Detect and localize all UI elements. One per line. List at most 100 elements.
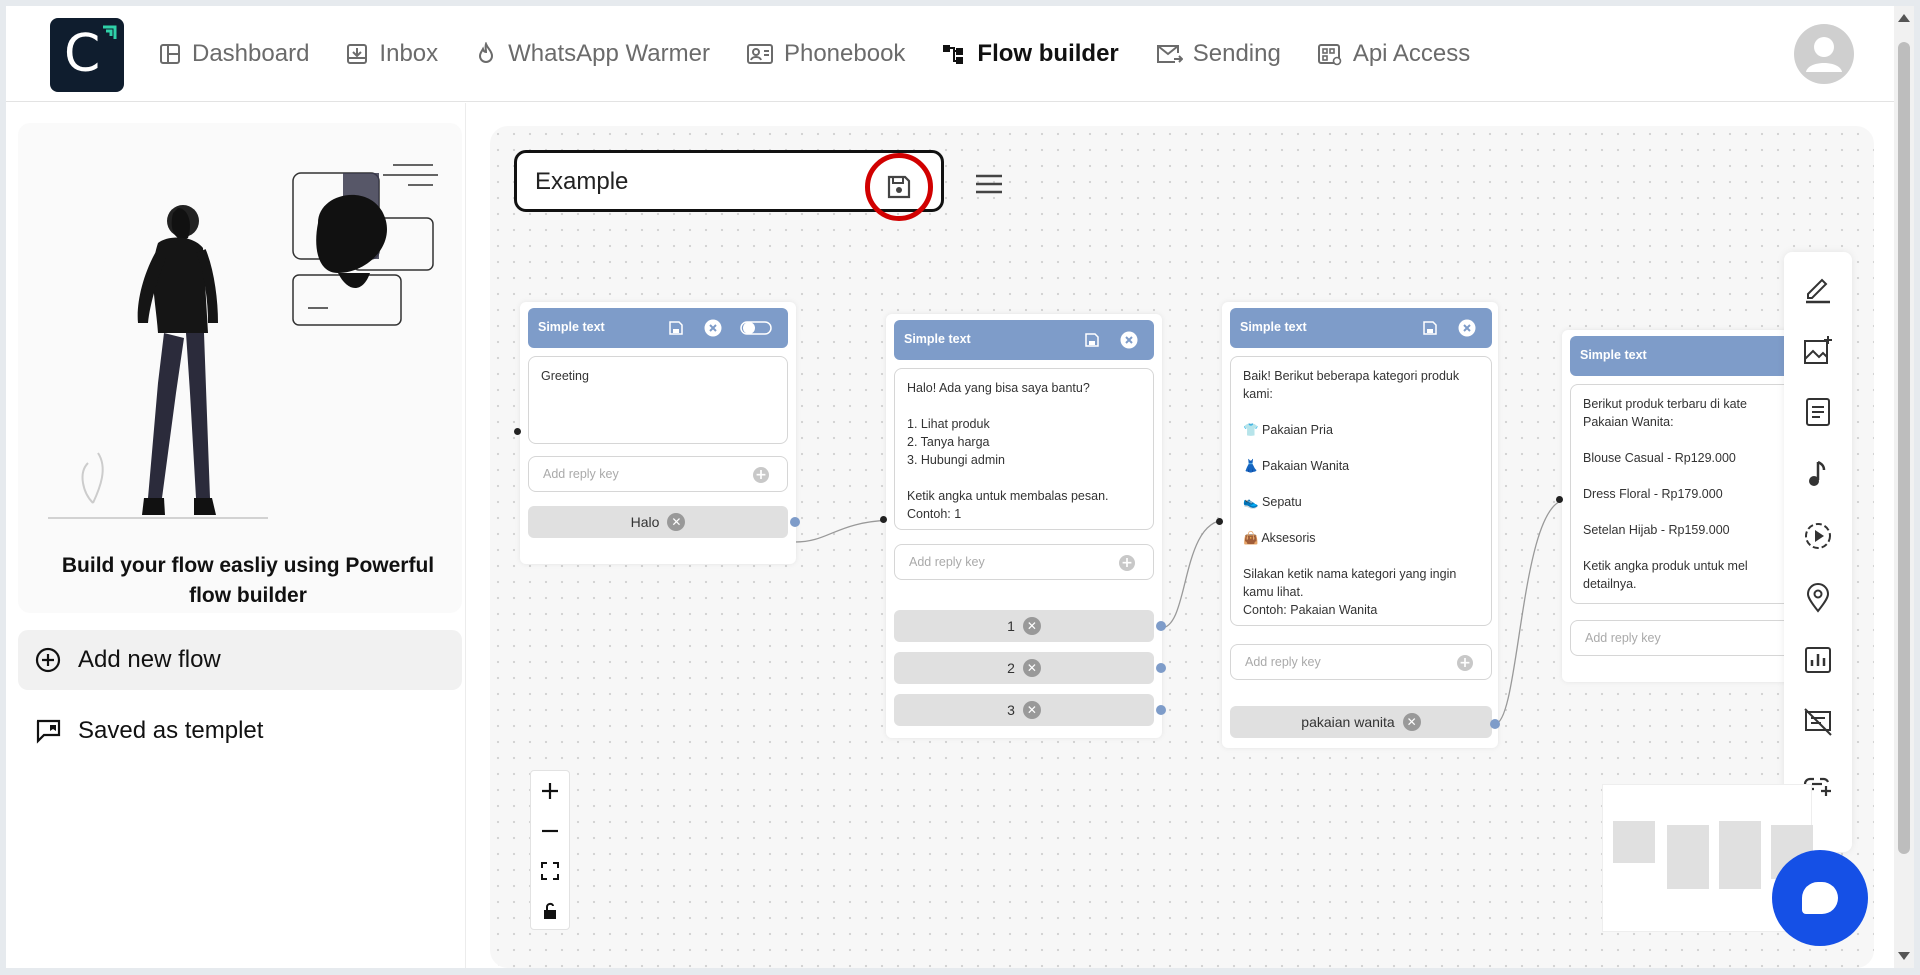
woman-illustration	[48, 164, 438, 519]
reply-key-chip[interactable]: pakaian wanita ✕	[1230, 706, 1492, 738]
reply-key-placeholder: Add reply key	[909, 555, 985, 569]
nav-sending[interactable]: Sending	[1155, 36, 1281, 72]
flow-node-greeting[interactable]: Simple text Greeting Add reply key + Hal…	[514, 302, 800, 564]
output-handle[interactable]	[1490, 719, 1500, 729]
node-close-icon[interactable]	[1120, 331, 1138, 349]
support-chat-button[interactable]	[1772, 850, 1868, 946]
nav-inbox[interactable]: Inbox	[345, 36, 438, 72]
node-close-icon[interactable]	[704, 319, 722, 337]
saved-template-button[interactable]: Saved as templet	[18, 701, 462, 761]
input-handle[interactable]	[514, 428, 521, 435]
node-message-body[interactable]: Halo! Ada yang bisa saya bantu? 1. Lihat…	[894, 368, 1154, 530]
input-handle[interactable]	[1216, 518, 1223, 525]
send-mail-icon	[1156, 45, 1183, 63]
output-handle[interactable]	[790, 517, 800, 527]
reply-key-label: 2	[1007, 660, 1015, 676]
reply-key-chip[interactable]: Halo ✕	[528, 506, 788, 538]
page-scrollbar[interactable]	[1894, 6, 1914, 968]
audio-note-icon[interactable]	[1802, 458, 1834, 490]
text-pencil-icon[interactable]	[1802, 272, 1834, 304]
node-save-icon[interactable]	[668, 320, 684, 336]
node-close-icon[interactable]	[1458, 319, 1476, 337]
document-icon[interactable]	[1802, 396, 1834, 428]
node-toggle-switch[interactable]	[740, 320, 772, 336]
nav-api-access[interactable]: Api Access	[1317, 36, 1470, 72]
add-reply-key-field[interactable]: Add reply key +	[528, 456, 788, 492]
fit-view-button[interactable]	[531, 851, 569, 891]
node-title: Simple text	[538, 320, 605, 334]
input-handle[interactable]	[880, 516, 887, 523]
flow-node-menu[interactable]: Simple text Halo! Ada yang bisa saya ban…	[880, 314, 1166, 738]
add-image-icon[interactable]	[1802, 334, 1834, 366]
node-save-icon[interactable]	[1084, 332, 1100, 348]
output-handle[interactable]	[1156, 705, 1166, 715]
user-icon	[1806, 37, 1842, 72]
add-reply-key-icon[interactable]: +	[753, 467, 769, 483]
add-reply-key-icon[interactable]: +	[1457, 655, 1473, 671]
flow-node-categories[interactable]: Simple text Baik! Berikut beberapa kateg…	[1216, 302, 1500, 748]
reply-key-chip[interactable]: 3 ✕	[894, 694, 1154, 726]
zoom-out-button[interactable]	[531, 811, 569, 851]
sidebar: Build your flow easliy using Powerful fl…	[6, 103, 466, 968]
add-reply-key-field[interactable]: Add reply key +	[1230, 644, 1492, 680]
main-nav: Dashboard Inbox WhatsApp Warmer Phoneboo…	[158, 36, 1506, 72]
reply-key-chip[interactable]: 1 ✕	[894, 610, 1154, 642]
reply-key-label: 3	[1007, 702, 1015, 718]
node-message-body[interactable]: Baik! Berikut beberapa kategori produk k…	[1230, 356, 1492, 626]
nav-whatsapp-warmer[interactable]: WhatsApp Warmer	[474, 36, 710, 72]
reply-key-placeholder: Add reply key	[1585, 631, 1661, 645]
poll-chart-icon[interactable]	[1802, 644, 1834, 676]
flow-icon	[943, 45, 964, 64]
location-pin-icon[interactable]	[1802, 582, 1834, 614]
nav-phonebook[interactable]: Phonebook	[746, 36, 905, 72]
remove-key-icon[interactable]: ✕	[1022, 659, 1041, 677]
chat-bubble-icon	[1802, 882, 1838, 914]
flame-icon	[479, 42, 494, 63]
add-new-flow-label: Add new flow	[78, 646, 221, 673]
zoom-in-button[interactable]	[531, 771, 569, 811]
edge-2-3	[1160, 519, 1227, 629]
node-message-body[interactable]: Greeting	[528, 356, 788, 444]
node-header: Simple text	[528, 308, 788, 348]
fit-screen-icon	[541, 862, 559, 880]
top-navbar: C Dashboard Inbox WhatsApp Warmer Phoneb	[6, 6, 1900, 102]
node-save-icon[interactable]	[1422, 320, 1438, 336]
promo-text: Build your flow easliy using Powerful fl…	[61, 554, 435, 607]
nav-flow-builder[interactable]: Flow builder	[941, 36, 1119, 72]
saved-template-label: Saved as templet	[78, 717, 264, 744]
output-handle[interactable]	[1156, 621, 1166, 631]
scroll-up-arrow[interactable]	[1898, 14, 1910, 22]
reply-key-label: 1	[1007, 618, 1015, 634]
reply-key-chip[interactable]: 2 ✕	[894, 652, 1154, 684]
add-reply-key-field[interactable]: Add reply key +	[894, 544, 1154, 580]
video-play-icon[interactable]	[1802, 520, 1834, 552]
remove-key-icon[interactable]: ✕	[1022, 701, 1041, 719]
output-handle[interactable]	[1156, 663, 1166, 673]
nav-label: Dashboard	[192, 40, 310, 67]
template-bookmark-icon	[36, 719, 61, 744]
reply-key-placeholder: Add reply key	[543, 467, 619, 481]
remove-key-icon[interactable]: ✕	[667, 513, 686, 531]
add-new-flow-button[interactable]: Add new flow	[18, 630, 462, 690]
scroll-down-arrow[interactable]	[1898, 952, 1910, 960]
plus-icon	[542, 783, 558, 799]
add-reply-key-icon[interactable]: +	[1119, 555, 1135, 571]
plus-circle-icon	[35, 647, 61, 673]
nav-dashboard[interactable]: Dashboard	[158, 36, 309, 72]
nav-label: Phonebook	[783, 40, 906, 67]
contact-card-icon	[746, 44, 773, 64]
reply-key-label: Halo	[630, 514, 660, 530]
nav-label: WhatsApp Warmer	[508, 40, 710, 67]
edge-3-4	[1494, 499, 1567, 725]
node-type-toolbar	[1784, 252, 1852, 852]
app-logo[interactable]: C	[50, 18, 124, 92]
scroll-thumb[interactable]	[1898, 42, 1910, 854]
remove-key-icon[interactable]: ✕	[1402, 713, 1421, 731]
lock-button[interactable]	[531, 891, 569, 931]
remove-key-icon[interactable]: ✕	[1022, 617, 1041, 635]
message-off-icon[interactable]	[1802, 706, 1834, 738]
input-handle[interactable]	[1556, 496, 1563, 503]
reply-key-placeholder: Add reply key	[1245, 655, 1321, 669]
node-title: Simple text	[1240, 320, 1307, 334]
user-avatar[interactable]	[1794, 24, 1854, 84]
